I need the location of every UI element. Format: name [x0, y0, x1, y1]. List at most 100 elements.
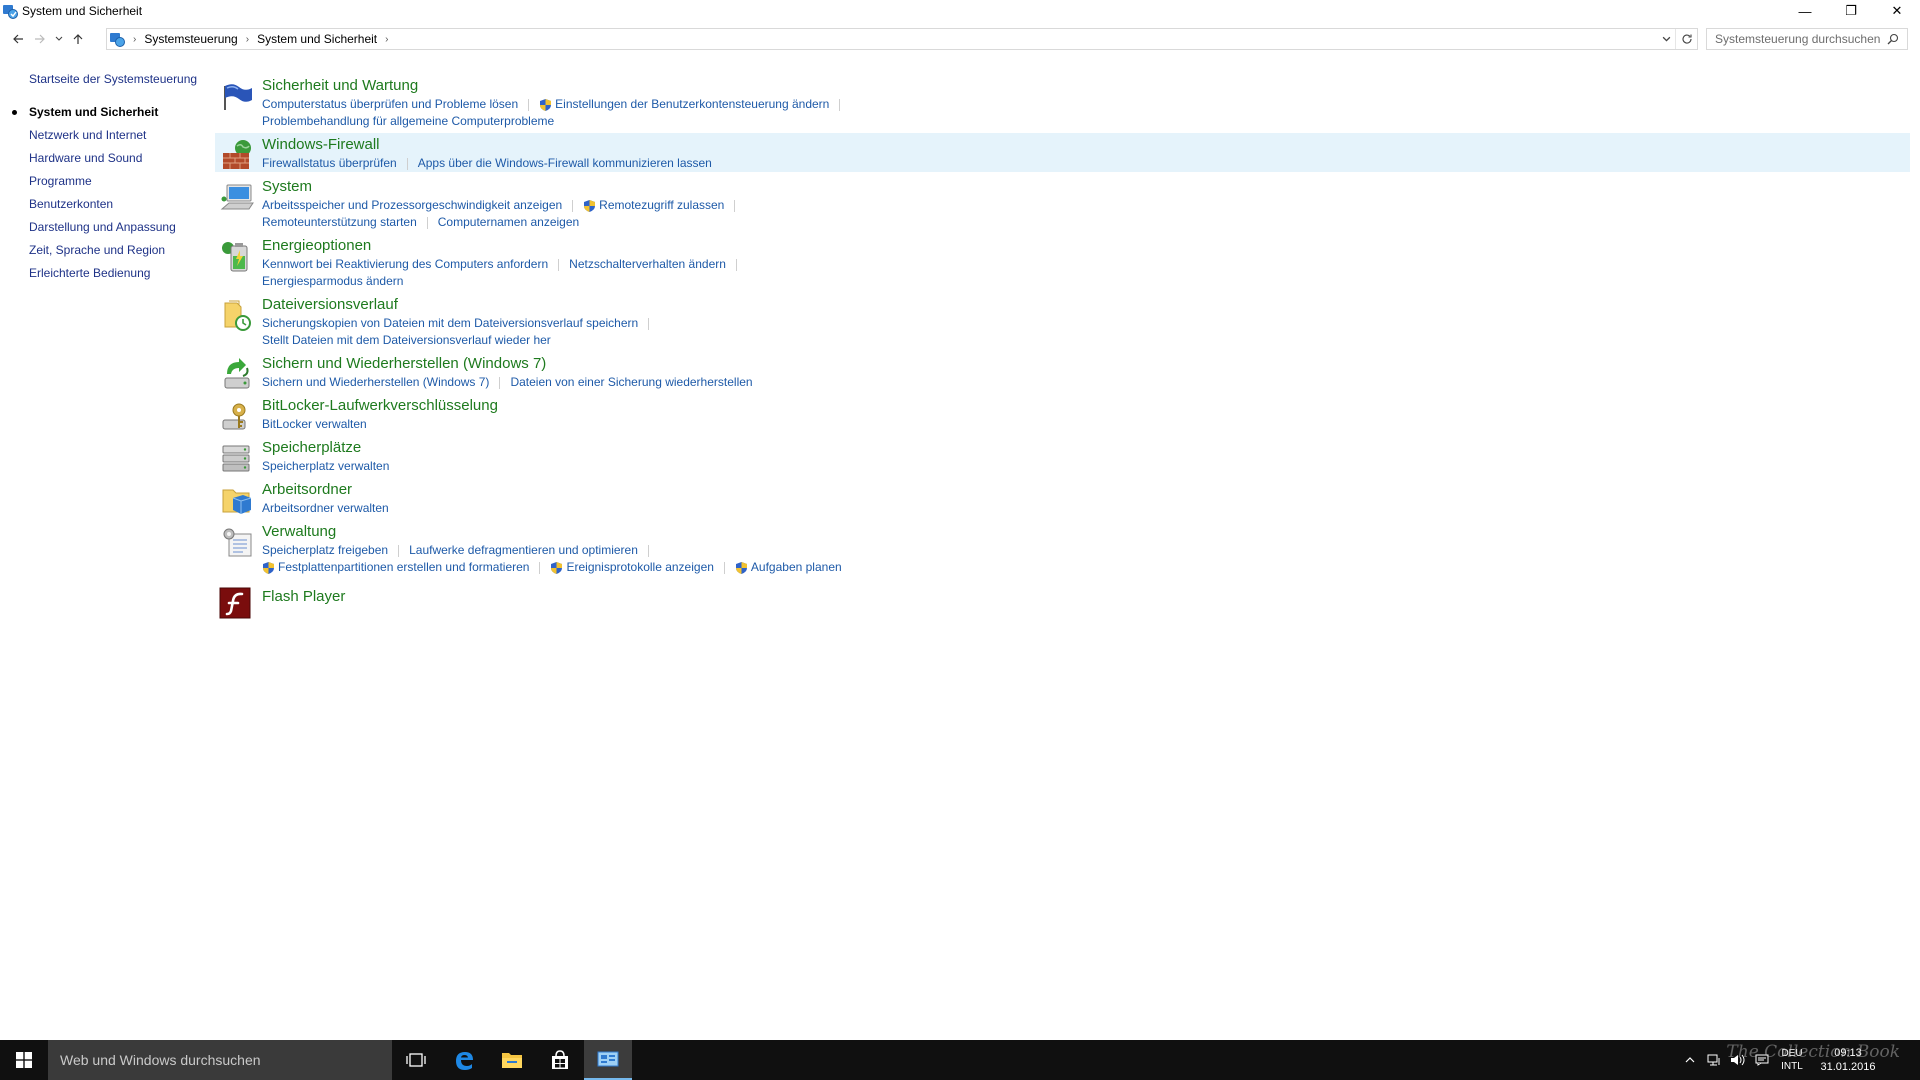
edge-icon [456, 1052, 473, 1070]
chevron-down-icon [1662, 36, 1670, 42]
link-separator [647, 544, 649, 557]
start-button[interactable] [0, 1040, 48, 1080]
link-ereignisprotokolle[interactable]: Ereignisprotokolle anzeigen [550, 559, 714, 576]
link-separator [499, 376, 501, 389]
search-icon[interactable] [1883, 33, 1903, 45]
minimize-button[interactable]: — [1782, 0, 1828, 22]
sidebar-item-darstellung[interactable]: Darstellung und Anpassung [0, 216, 210, 239]
breadcrumb-systemsteuerung[interactable]: Systemsteuerung [144, 32, 237, 46]
link-speicherplatz-freigeben[interactable]: Speicherplatz freigeben [262, 542, 388, 559]
category-title[interactable]: Windows-Firewall [262, 133, 1910, 155]
close-button[interactable]: ✕ [1874, 0, 1920, 22]
link-benutzerkontensteuerung[interactable]: Einstellungen der Benutzerkontensteuerun… [539, 96, 829, 113]
taskbar-control-panel[interactable] [584, 1040, 632, 1080]
up-button[interactable] [67, 28, 89, 50]
search-box[interactable] [1706, 28, 1908, 50]
category-sichern-wiederherstellen: Sichern und Wiederherstellen (Windows 7)… [215, 352, 1910, 391]
address-bar[interactable]: › Systemsteuerung › System und Sicherhei… [106, 28, 1698, 50]
category-title[interactable]: Arbeitsordner [262, 478, 1910, 500]
link-computernamen[interactable]: Computernamen anzeigen [438, 214, 579, 231]
sidebar-item-netzwerk[interactable]: Netzwerk und Internet [0, 124, 210, 147]
link-kennwort-reaktivierung[interactable]: Kennwort bei Reaktivierung des Computers… [262, 256, 548, 273]
category-title[interactable]: Dateiversionsverlauf [262, 293, 1910, 315]
link-separator [528, 98, 530, 111]
link-label: Aufgaben planen [750, 560, 842, 574]
breadcrumb-system-und-sicherheit[interactable]: System und Sicherheit [257, 32, 377, 46]
chevron-up-icon [1685, 1057, 1695, 1063]
network-button[interactable] [1702, 1040, 1726, 1080]
link-remoteunterstuetzung[interactable]: Remoteunterstützung starten [262, 214, 417, 231]
link-computerstatus[interactable]: Computerstatus überprüfen und Probleme l… [262, 96, 518, 113]
link-problembehandlung[interactable]: Problembehandlung für allgemeine Compute… [262, 113, 554, 130]
uac-shield-icon [551, 561, 563, 574]
link-sichern-wiederherstellen[interactable]: Sichern und Wiederherstellen (Windows 7) [262, 374, 489, 391]
show-hidden-icons-button[interactable] [1678, 1040, 1702, 1080]
current-indicator-icon [12, 110, 17, 115]
sidebar-item-system-und-sicherheit[interactable]: System und Sicherheit [0, 101, 210, 124]
sidebar-item-erleichterte-bedienung[interactable]: Erleichterte Bedienung [0, 262, 210, 285]
breadcrumb-separator-icon[interactable]: › [238, 34, 257, 45]
sidebar-item-hardware[interactable]: Hardware und Sound [0, 147, 210, 170]
category-title[interactable]: System [262, 175, 1910, 197]
link-bitlocker-verwalten[interactable]: BitLocker verwalten [262, 416, 367, 433]
link-label: Remotezugriff zulassen [599, 198, 725, 212]
taskbar-store[interactable] [536, 1040, 584, 1080]
sidebar-home-link[interactable]: Startseite der Systemsteuerung [0, 68, 210, 91]
category-title[interactable]: Verwaltung [262, 520, 1910, 542]
link-energiesparmodus[interactable]: Energiesparmodus ändern [262, 273, 403, 290]
sidebar-item-zeit-sprache[interactable]: Zeit, Sprache und Region [0, 239, 210, 262]
link-label: Einstellungen der Benutzerkontensteuerun… [555, 97, 830, 111]
firewall-icon [223, 140, 251, 169]
network-icon [1707, 1054, 1720, 1066]
link-speicherplatz-verwalten[interactable]: Speicherplatz verwalten [262, 458, 389, 475]
link-aufgaben-planen[interactable]: Aufgaben planen [735, 559, 842, 576]
link-apps-firewall[interactable]: Apps über die Windows-Firewall kommunizi… [418, 155, 712, 172]
refresh-button[interactable] [1675, 29, 1697, 49]
windows-logo-icon [16, 1052, 32, 1068]
forward-button[interactable] [29, 28, 51, 50]
restore-button[interactable]: ❐ [1828, 0, 1874, 22]
task-view-button[interactable] [392, 1040, 440, 1080]
search-input[interactable] [1707, 32, 1883, 46]
link-arbeitsordner-verwalten[interactable]: Arbeitsordner verwalten [262, 500, 389, 517]
title-bar: System und Sicherheit — ❐ ✕ [0, 0, 1920, 22]
taskbar-search-box[interactable]: Web und Windows durchsuchen [48, 1040, 392, 1080]
link-netzschalterverhalten[interactable]: Netzschalterverhalten ändern [569, 256, 726, 273]
link-sicherungskopien[interactable]: Sicherungskopien von Dateien mit dem Dat… [262, 315, 638, 332]
category-title[interactable]: Sichern und Wiederherstellen (Windows 7) [262, 352, 1910, 374]
category-title[interactable]: Energieoptionen [262, 234, 1910, 256]
breadcrumb-separator-icon[interactable]: › [125, 34, 144, 45]
link-dateien-von-sicherung[interactable]: Dateien von einer Sicherung wiederherste… [510, 374, 752, 391]
uac-shield-icon [735, 561, 747, 574]
refresh-icon [1681, 34, 1692, 44]
category-arbeitsordner: Arbeitsordner Arbeitsordner verwalten [215, 478, 1910, 517]
category-title[interactable]: Flash Player [262, 585, 1910, 607]
link-laufwerke-defragmentieren[interactable]: Laufwerke defragmentieren und optimieren [409, 542, 638, 559]
link-festplattenpartitionen[interactable]: Festplattenpartitionen erstellen und for… [262, 559, 529, 576]
control-panel-icon [110, 33, 125, 47]
taskbar-file-explorer[interactable] [488, 1040, 536, 1080]
sidebar-item-label: System und Sicherheit [29, 105, 159, 119]
category-title[interactable]: BitLocker-Laufwerkverschlüsselung [262, 394, 1910, 416]
breadcrumb-separator-icon[interactable]: › [377, 34, 396, 45]
category-title[interactable]: Speicherplätze [262, 436, 1910, 458]
category-speicherplaetze: Speicherplätze Speicherplatz verwalten [215, 436, 1910, 475]
recent-locations-button[interactable] [51, 28, 67, 50]
link-arbeitsspeicher[interactable]: Arbeitsspeicher und Prozessorgeschwindig… [262, 197, 562, 214]
computer-icon [220, 184, 254, 210]
address-history-button[interactable] [1657, 29, 1675, 49]
sidebar-item-programme[interactable]: Programme [0, 170, 210, 193]
flag-icon [224, 84, 252, 110]
link-separator [558, 258, 560, 271]
back-button[interactable] [7, 28, 29, 50]
sidebar-item-benutzerkonten[interactable]: Benutzerkonten [0, 193, 210, 216]
watermark: The Collection Book [1726, 1042, 1900, 1062]
category-title[interactable]: Sicherheit und Wartung [262, 74, 1910, 96]
link-separator [398, 544, 400, 557]
link-dateien-wiederherstellen[interactable]: Stellt Dateien mit dem Dateiversionsverl… [262, 332, 551, 349]
link-firewallstatus[interactable]: Firewallstatus überprüfen [262, 155, 397, 172]
link-label: Festplattenpartitionen erstellen und for… [278, 560, 530, 574]
taskbar-edge[interactable] [440, 1040, 488, 1080]
arrow-right-icon [35, 34, 45, 44]
link-remotezugriff[interactable]: Remotezugriff zulassen [583, 197, 724, 214]
